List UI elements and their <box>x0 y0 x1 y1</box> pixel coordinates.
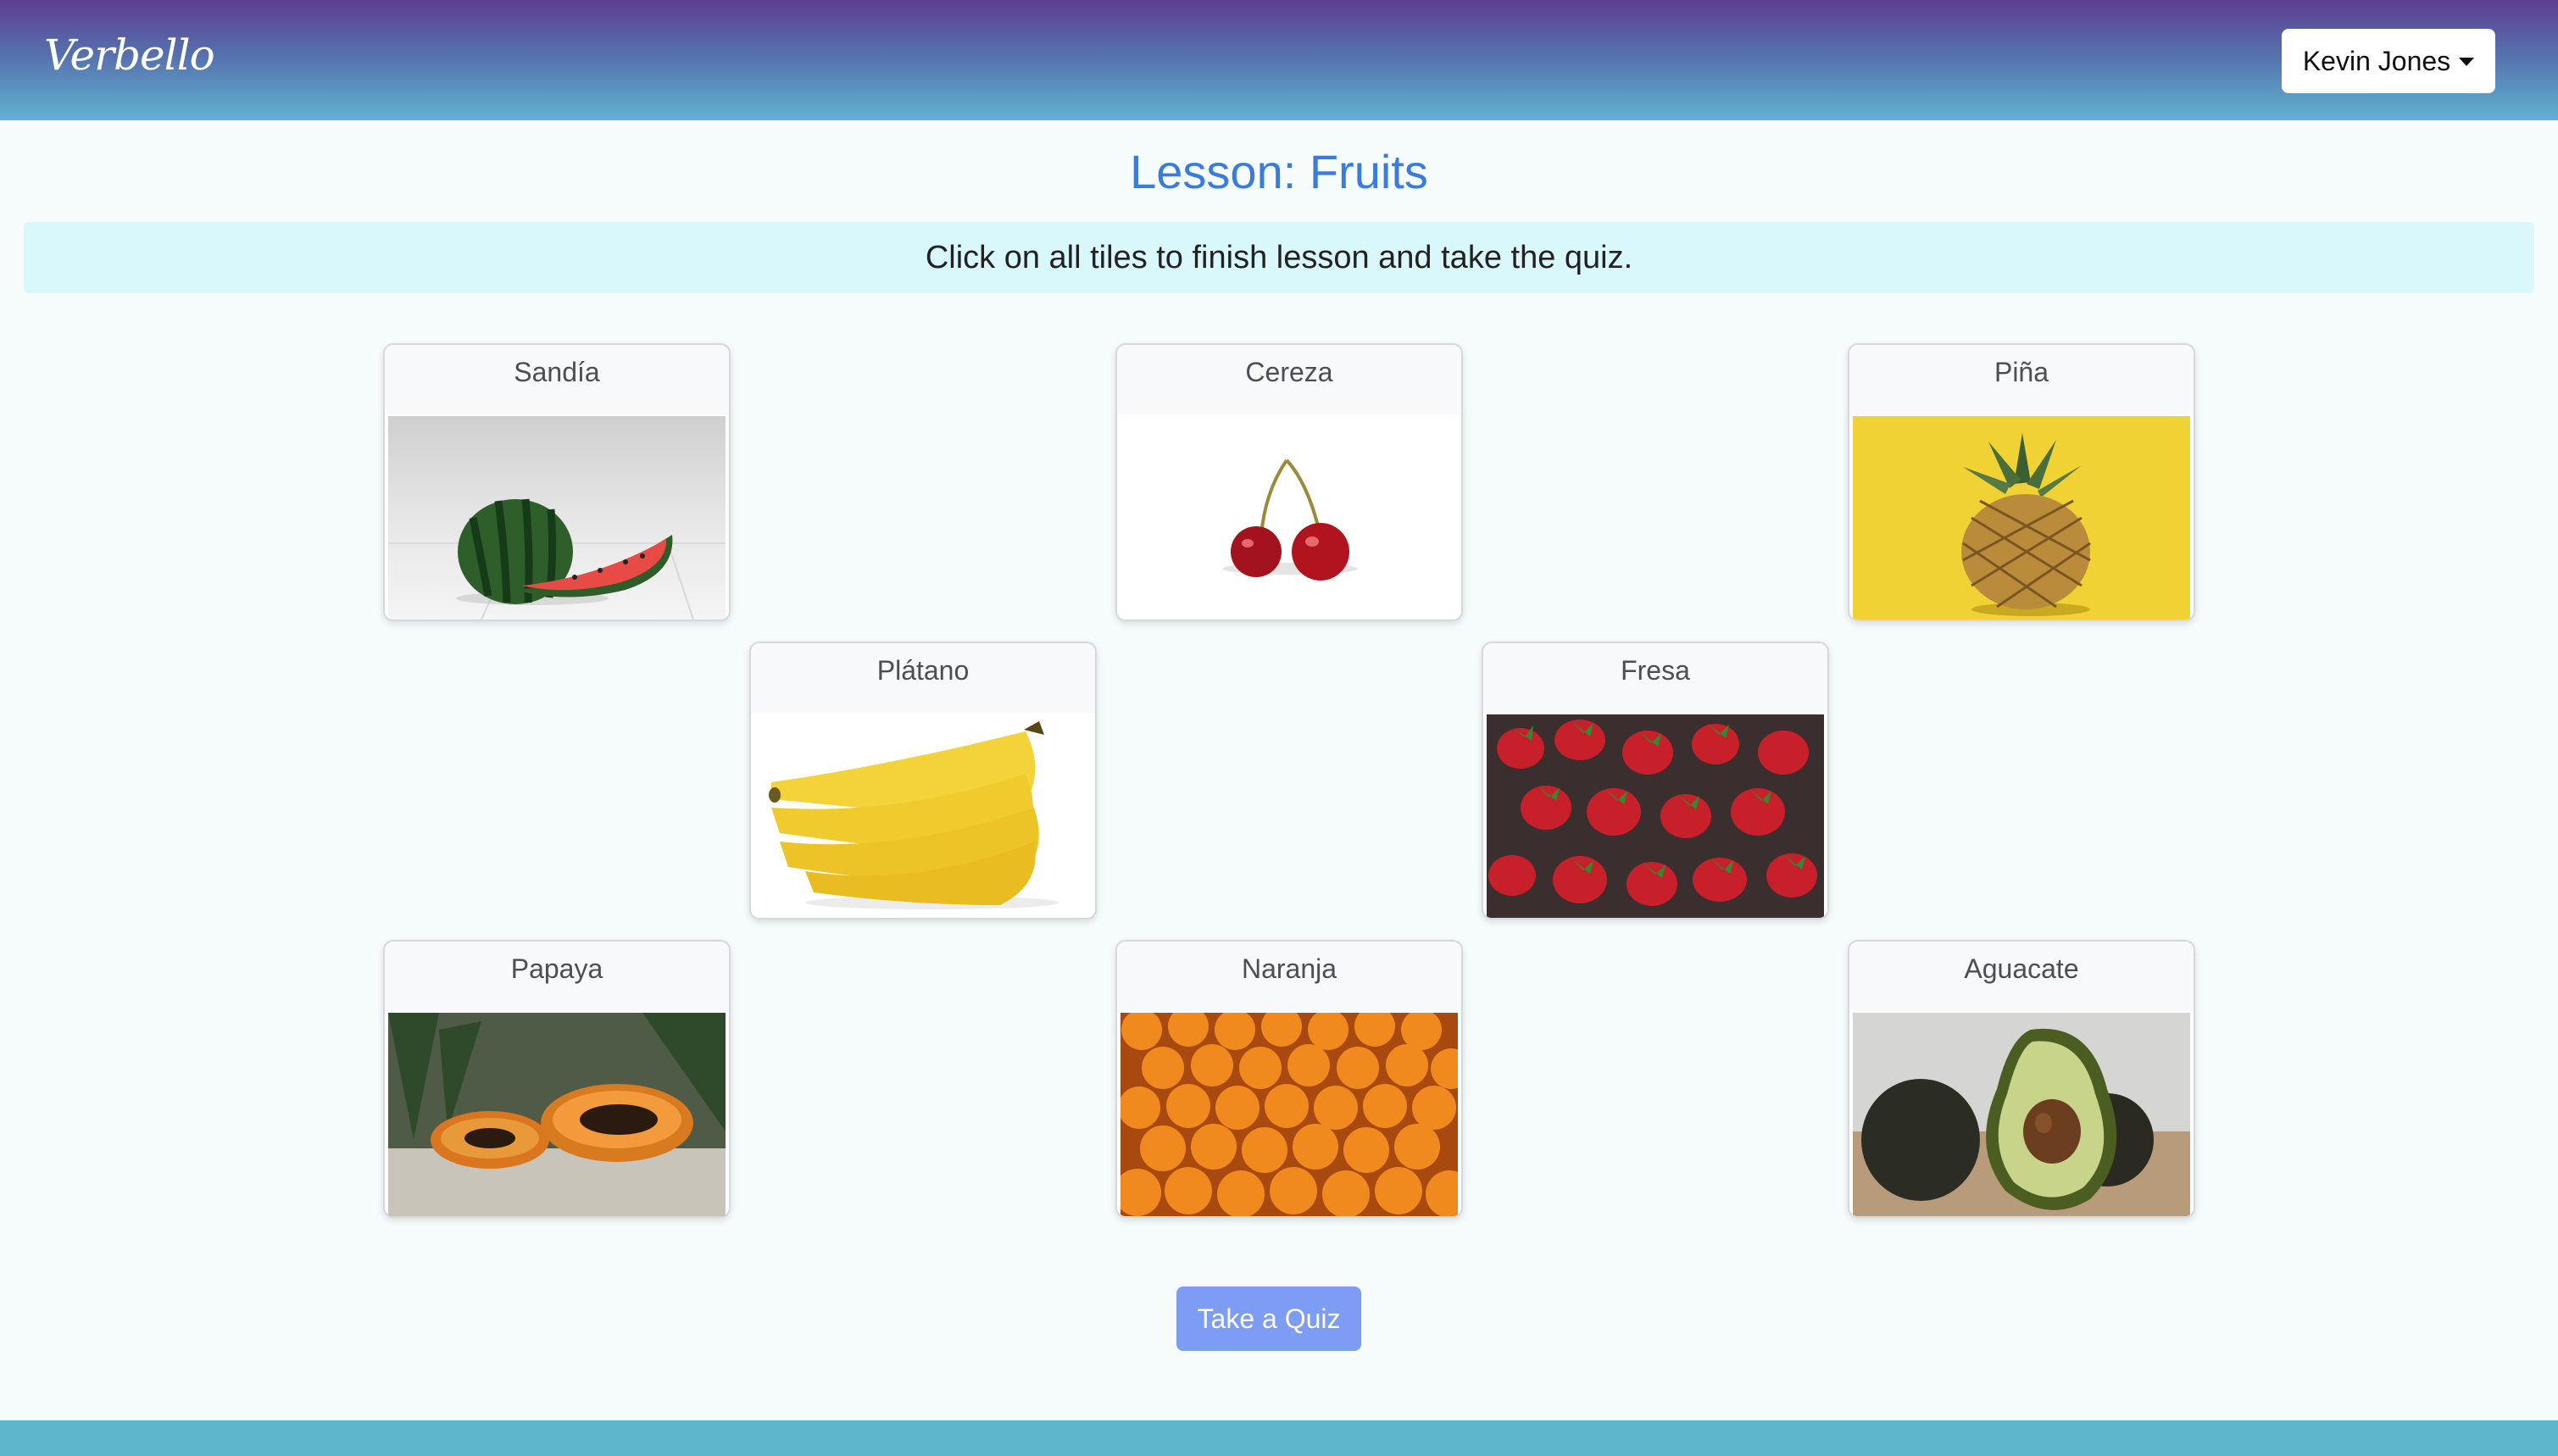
tile-label: Fresa <box>1483 643 1827 713</box>
papaya-image <box>388 1013 726 1216</box>
user-name: Kevin Jones <box>2302 45 2451 76</box>
pineapple-image <box>1853 416 2190 620</box>
strawberries-image <box>1487 714 1824 918</box>
instruction-text: Click on all tiles to finish lesson and … <box>925 239 1633 275</box>
tile-label: Papaya <box>385 942 729 1011</box>
tile-sandia[interactable]: Sandía <box>383 343 731 621</box>
tile-pina[interactable]: Piña <box>1848 343 2195 621</box>
brand-logo[interactable]: Verbello <box>44 31 215 80</box>
user-menu-button[interactable]: Kevin Jones <box>2282 29 2495 93</box>
oranges-image <box>1121 1013 1458 1216</box>
tile-label: Aguacate <box>1849 942 2194 1011</box>
tile-aguacate[interactable]: Aguacate <box>1848 940 2195 1218</box>
tile-label: Naranja <box>1117 942 1461 1011</box>
bananas-image <box>754 714 1092 918</box>
tile-fresa[interactable]: Fresa <box>1482 642 1829 920</box>
instruction-banner: Click on all tiles to finish lesson and … <box>24 222 2534 293</box>
footer-bar <box>0 1420 2558 1456</box>
caret-down-icon <box>2459 58 2475 66</box>
avocado-image <box>1853 1013 2190 1216</box>
page-title: Lesson: Fruits <box>1130 145 1428 198</box>
navbar: Verbello Kevin Jones <box>0 0 2558 120</box>
cherries-image <box>1121 416 1458 620</box>
take-quiz-button[interactable]: Take a Quiz <box>1176 1287 1361 1351</box>
tile-label: Sandía <box>385 345 729 414</box>
tile-label: Plátano <box>751 643 1095 713</box>
watermelon-image <box>388 416 726 620</box>
tile-papaya[interactable]: Papaya <box>383 940 731 1218</box>
tile-label: Piña <box>1849 345 2194 414</box>
tile-label: Cereza <box>1117 345 1461 414</box>
tile-naranja[interactable]: Naranja <box>1115 940 1463 1218</box>
tile-platano[interactable]: Plátano <box>749 642 1097 920</box>
tile-cereza[interactable]: Cereza <box>1115 343 1463 621</box>
